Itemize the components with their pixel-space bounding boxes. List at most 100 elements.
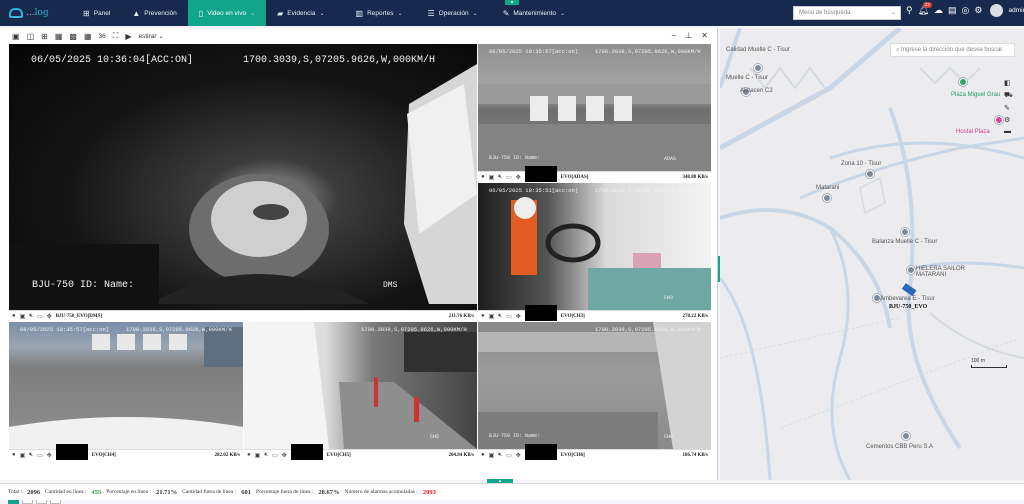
user-name[interactable]: admin <box>1008 7 1024 14</box>
ruler-icon[interactable]: ▬ <box>1004 128 1018 135</box>
nav-prevencion[interactable]: ▲ Prevención <box>121 0 187 26</box>
video-feed-ch3[interactable]: 06/05/2025 10:35:51[acc:on] 1700.3039,S,… <box>478 183 711 310</box>
menu-search-input[interactable]: Menú de búsqueda ⌄ <box>793 6 901 20</box>
ptz-icon[interactable]: ✥ <box>282 452 287 459</box>
ptz-icon[interactable]: ✥ <box>516 174 521 181</box>
map-pin-icon[interactable] <box>754 64 762 72</box>
video-feed-dms[interactable]: 06/05/2025 10:36:04[ACC:ON] 1700.3039,S,… <box>9 44 477 310</box>
record-icon[interactable]: ● <box>12 313 16 319</box>
layout-9-icon[interactable]: ▩ <box>69 32 77 41</box>
edit-icon[interactable]: ✎ <box>1004 104 1018 112</box>
screen-icon[interactable]: ▭ <box>37 452 43 459</box>
gear-icon[interactable]: ⚙ <box>974 5 982 16</box>
pin-icon[interactable]: ⚲ <box>906 5 913 16</box>
record-icon[interactable]: ● <box>481 313 485 319</box>
record-icon[interactable]: ● <box>481 174 485 180</box>
tile-timestamp: 06/05/2025 10:36:04[ACC:ON] <box>31 55 194 66</box>
record-icon[interactable]: ● <box>12 452 16 458</box>
snapshot-icon[interactable]: ▣ <box>20 452 26 459</box>
mute-icon[interactable]: 🔇︎ <box>498 313 502 320</box>
screen-icon[interactable]: ▭ <box>272 452 278 459</box>
stretch-select[interactable]: estirar ⌄ <box>139 32 164 40</box>
chevron-down-icon: ⌄ <box>250 10 256 17</box>
globe-icon[interactable]: ◎ <box>962 5 970 16</box>
map-pin-icon[interactable] <box>907 266 915 274</box>
video-feed-adas[interactable]: 06/05/2025 10:35:57[acc:on] 1700.3039,S,… <box>478 44 711 171</box>
video-tile-ch4[interactable]: 06/05/2025 10:35:57[acc:on] 1700.3039,S,… <box>9 322 243 460</box>
layout-1-icon[interactable]: ▣ <box>12 32 20 41</box>
print-icon[interactable]: ▤ <box>948 5 957 16</box>
mute-icon[interactable]: 🔇︎ <box>498 452 502 459</box>
map-pin-icon[interactable] <box>866 170 874 178</box>
map-pin-icon[interactable] <box>959 78 967 86</box>
ptz-icon[interactable]: ✥ <box>47 313 52 320</box>
layers-icon[interactable]: ◧ <box>1004 79 1018 87</box>
layout-36-button[interactable]: 36 <box>99 33 106 40</box>
nav-operacion[interactable]: ☰ Operación ⌄ <box>413 0 488 26</box>
snapshot-icon[interactable]: ▣ <box>255 452 261 459</box>
layout-4-icon[interactable]: ⊞ <box>41 32 48 41</box>
video-feed-ch4[interactable]: 06/05/2025 10:35:57[acc:on] 1700.3039,S,… <box>9 322 243 449</box>
record-icon[interactable]: ● <box>247 452 251 458</box>
screen-icon[interactable]: ▭ <box>506 174 512 181</box>
layout-6-icon[interactable]: ▦ <box>55 32 63 41</box>
video-tile-ch6[interactable]: 1700.3039,S,07205.9626,W,000KM/H BJU-750… <box>478 322 711 460</box>
screen-icon[interactable]: ▭ <box>506 452 512 459</box>
nav-panel[interactable]: ⊞ Panel <box>72 0 121 26</box>
cart-icon[interactable]: ⛟ <box>1004 91 1018 100</box>
avatar[interactable] <box>990 4 1004 17</box>
map-pin-icon[interactable] <box>902 432 910 440</box>
gear-icon[interactable]: ⚙ <box>1004 116 1018 124</box>
nav-label: Reportes <box>367 9 394 17</box>
redacted-block <box>524 165 557 182</box>
list-icon: ☰ <box>427 8 435 18</box>
tile-coords: 1700.3039,S,07205.9626,W,000KM/H <box>595 187 701 194</box>
ptz-icon[interactable]: ✥ <box>47 452 52 459</box>
nav-mantenimiento[interactable]: ✎ Mantenimiento ⌄ <box>489 0 576 26</box>
nav-evidencia[interactable]: ▰ Evidencia ⌄ <box>266 0 335 26</box>
map-pin-icon[interactable] <box>995 116 1003 124</box>
alarm-bell-icon[interactable]: 🔔︎ 33 <box>918 2 932 16</box>
cloud-icon[interactable]: ☁ <box>934 5 943 16</box>
play-icon[interactable]: ▶ <box>125 32 131 41</box>
mute-icon[interactable]: 🔇︎ <box>29 452 33 459</box>
snapshot-icon[interactable]: ▣ <box>489 452 495 459</box>
nav-reportes[interactable]: ▥ Reportes ⌄ <box>336 0 414 26</box>
nav-video-en-vivo[interactable]: ▯ Video en vivo ⌄ <box>187 0 267 26</box>
tile-bar: ● ▣ 🔇︎ ▭ ✥ EVO[CH5] 204.84 KB/s <box>244 443 477 460</box>
map-pin-icon[interactable] <box>901 228 909 236</box>
ptz-icon[interactable]: ✥ <box>516 313 521 320</box>
ptz-icon[interactable]: ✥ <box>516 452 521 459</box>
mute-icon[interactable]: 🔇︎ <box>29 313 33 320</box>
folder-icon: ▰ <box>277 8 284 18</box>
mute-icon[interactable]: 🔇︎ <box>498 174 502 181</box>
snapshot-icon[interactable]: ▣ <box>489 313 495 320</box>
video-panel: ▣ ◫ ⊞ ▦ ▩ ▦ 36 ⛶ ▶ estirar ⌄ – ⊥ ✕ 06/05… <box>0 28 718 504</box>
pin-window-icon[interactable]: ⊥ <box>685 31 692 40</box>
layout-16-icon[interactable]: ▦ <box>84 32 92 41</box>
video-tile-adas[interactable]: 06/05/2025 10:35:57[acc:on] 1700.3039,S,… <box>478 44 711 182</box>
layout-2-icon[interactable]: ◫ <box>27 32 35 41</box>
vehicle-label[interactable]: BJU-750_EVO <box>889 304 927 310</box>
fullscreen-icon[interactable]: ⛶ <box>113 31 119 41</box>
map-panel[interactable]: ⌕ Ingrese la dirección que desea buscar … <box>720 28 1024 480</box>
collapse-header-tab[interactable]: ▴ <box>505 0 519 5</box>
video-tile-dms[interactable]: 06/05/2025 10:36:04[ACC:ON] 1700.3039,S,… <box>9 44 477 321</box>
close-icon[interactable]: ✕ <box>701 31 708 40</box>
video-feed-ch6[interactable]: 1700.3039,S,07205.9626,W,000KM/H BJU-750… <box>478 322 711 449</box>
logo[interactable]: ...log <box>0 8 72 18</box>
offline-value: 601 <box>241 488 251 496</box>
map-pin-icon[interactable] <box>823 194 831 202</box>
video-feed-ch5[interactable]: 06/05/2025 10:36:00 1700.3039,S,07205.96… <box>244 322 477 449</box>
minimize-icon[interactable]: – <box>672 31 676 40</box>
screen-icon[interactable]: ▭ <box>37 313 43 320</box>
screen-icon[interactable]: ▭ <box>506 313 512 320</box>
mute-icon[interactable]: 🔇︎ <box>264 452 268 459</box>
record-icon[interactable]: ● <box>481 452 485 458</box>
video-tile-ch5[interactable]: 06/05/2025 10:36:00 1700.3039,S,07205.96… <box>244 322 477 460</box>
tile-label: EVO[CH6] <box>560 452 585 458</box>
snapshot-icon[interactable]: ▣ <box>489 174 495 181</box>
video-tile-ch3[interactable]: 06/05/2025 10:35:51[acc:on] 1700.3039,S,… <box>478 183 711 321</box>
address-search-input[interactable]: ⌕ Ingrese la dirección que desea buscar <box>890 43 1015 57</box>
snapshot-icon[interactable]: ▣ <box>20 313 26 320</box>
